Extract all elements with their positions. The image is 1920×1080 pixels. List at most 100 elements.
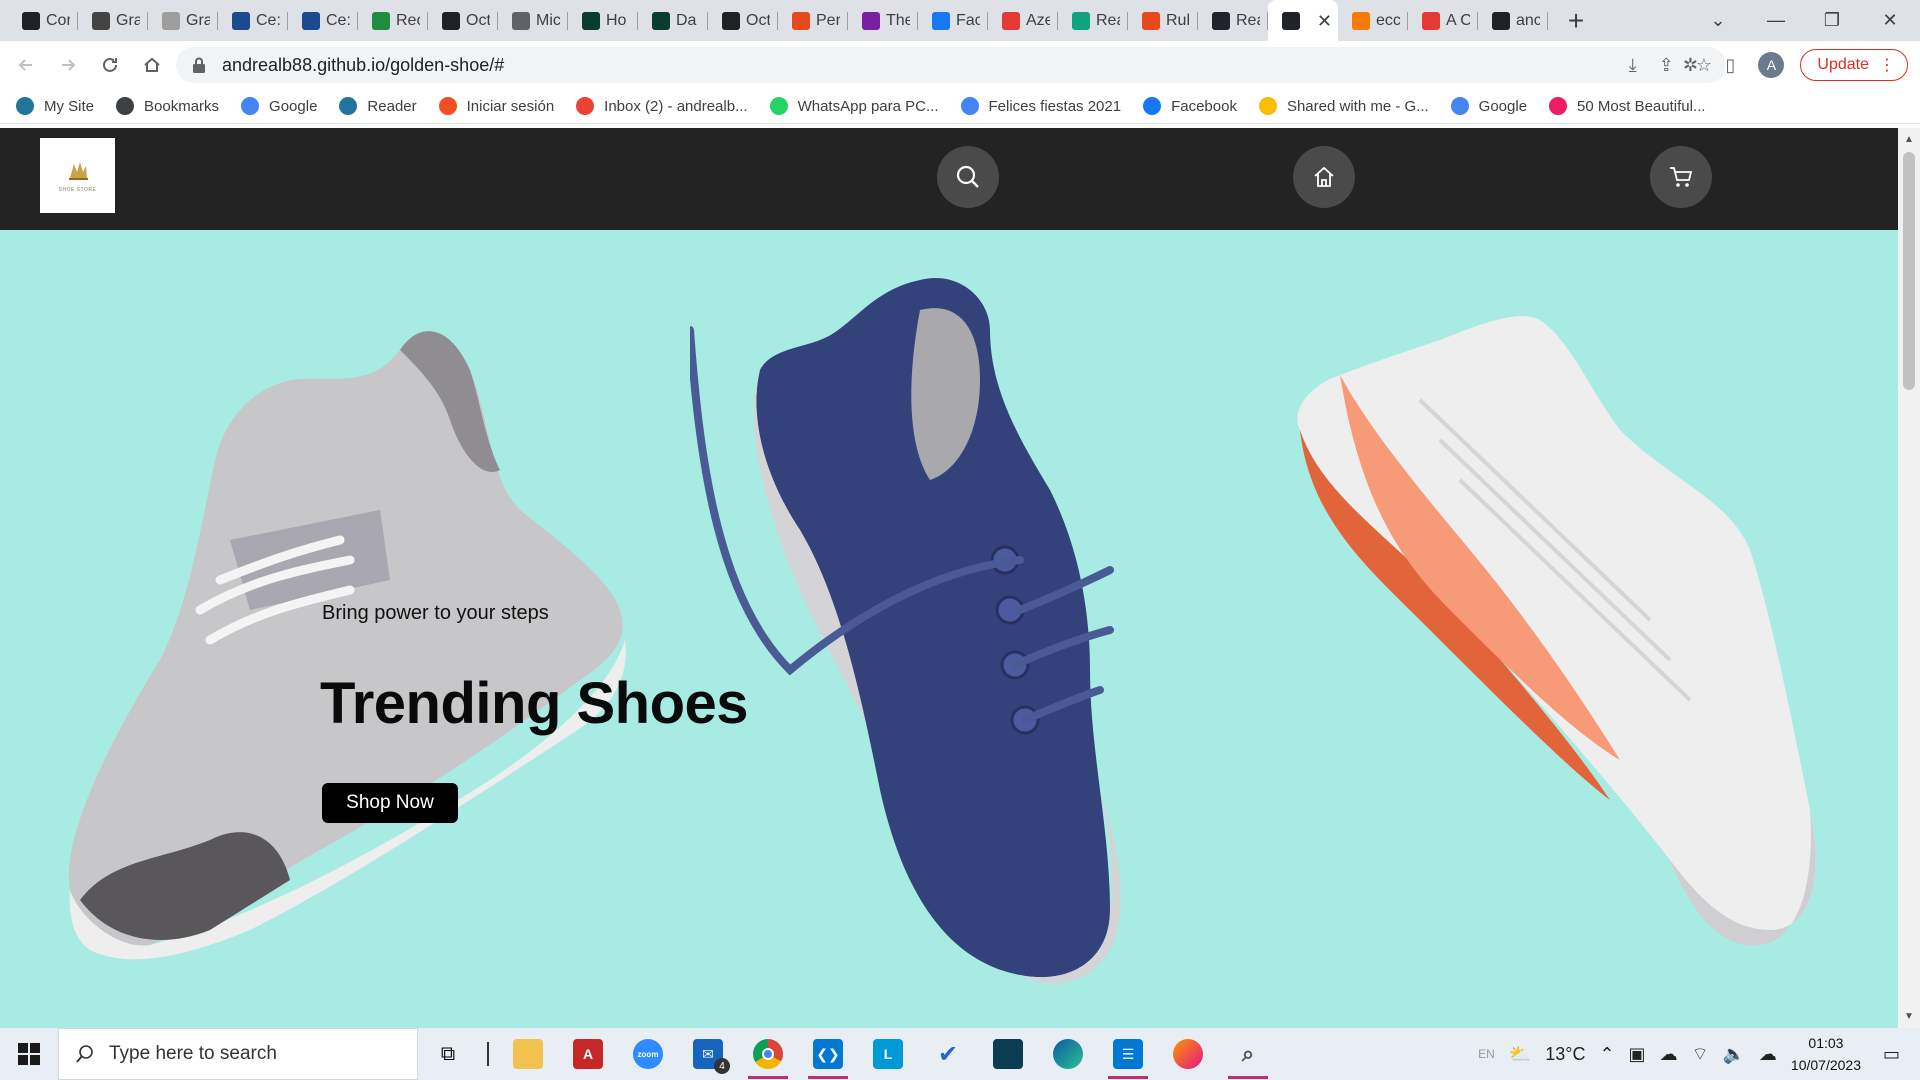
scroll-up-icon[interactable]: ▲ — [1904, 134, 1914, 145]
browser-tab[interactable]: Ho — [568, 0, 638, 41]
browser-tab[interactable]: Rec — [358, 0, 428, 41]
home-nav-button[interactable] — [1293, 146, 1355, 208]
l-app[interactable]: L — [858, 1028, 918, 1080]
browser-tab[interactable]: Da — [638, 0, 708, 41]
install-icon[interactable]: ⤓ — [1629, 55, 1637, 76]
notifications-icon[interactable]: ▭ — [1883, 1044, 1900, 1065]
tab-title: Rea — [1096, 11, 1120, 29]
bookmark-item[interactable]: Facebook — [1143, 97, 1237, 115]
volume-icon[interactable]: 🔈 — [1722, 1044, 1744, 1065]
reload-button[interactable] — [90, 45, 130, 85]
close-tab-icon[interactable]: ✕ — [1317, 11, 1332, 32]
cart-button[interactable] — [1650, 146, 1712, 208]
scroll-down-icon[interactable]: ▼ — [1904, 1011, 1914, 1022]
chrome-app[interactable] — [738, 1028, 798, 1080]
browser-tab[interactable]: Gra — [148, 0, 218, 41]
browser-tab[interactable]: Oct — [708, 0, 778, 41]
mail-app[interactable]: ✉ 4 — [678, 1028, 738, 1080]
onedrive-icon[interactable]: ☁ — [1660, 1044, 1678, 1065]
back-button[interactable] — [6, 45, 46, 85]
more-menu-icon[interactable]: ⋮ — [1879, 55, 1895, 75]
network-icon[interactable]: ⌔ — [1692, 1043, 1709, 1066]
home-button[interactable] — [132, 45, 172, 85]
bookmark-item[interactable]: Felices fiestas 2021 — [960, 97, 1122, 115]
auf-icon — [1002, 11, 1020, 30]
search-tool-app[interactable]: ⌕ — [1218, 1028, 1278, 1080]
dark-app[interactable] — [978, 1028, 1038, 1080]
acrobat-app[interactable]: A — [558, 1028, 618, 1080]
facebook-icon — [1143, 97, 1162, 115]
github-icon — [1492, 11, 1510, 30]
bookmark-item[interactable]: Iniciar sesión — [438, 97, 554, 115]
edge-app[interactable] — [1038, 1028, 1098, 1080]
scrollbar-thumb[interactable] — [1903, 152, 1915, 390]
zoom-app[interactable]: zoom — [618, 1028, 678, 1080]
chevron-up-icon[interactable]: ⌃ — [1599, 1044, 1614, 1065]
browser-tab[interactable]: Aze — [988, 0, 1058, 41]
bookmark-item[interactable]: Google — [241, 97, 317, 115]
browser-tab[interactable]: Cor — [8, 0, 78, 41]
browser-tab[interactable]: Rea — [1058, 0, 1128, 41]
meet-icon[interactable]: ▣ — [1629, 1044, 1646, 1065]
browser-tab[interactable]: Ce: — [218, 0, 288, 41]
lock-icon[interactable] — [192, 57, 206, 73]
language-indicator[interactable]: EN — [1478, 1047, 1495, 1061]
weather-icon[interactable]: ⛅ — [1509, 1044, 1531, 1065]
vscode-app[interactable]: ❮❯ — [798, 1028, 858, 1080]
shop-now-button[interactable]: Shop Now — [322, 783, 458, 823]
bookmark-item[interactable]: Shared with me - G... — [1258, 97, 1429, 115]
forward-button[interactable] — [48, 45, 88, 85]
address-bar[interactable]: andrealb88.github.io/golden-shoe/# ⤓ ⇪ ☆ — [176, 47, 1726, 83]
browser-tab[interactable]: Ce: — [288, 0, 358, 41]
browser-tab[interactable]: Oct — [428, 0, 498, 41]
browser-tab[interactable]: anc — [1478, 0, 1548, 41]
task-view-button[interactable]: ⧉ — [418, 1028, 478, 1080]
browser-tab[interactable]: Gra — [78, 0, 148, 41]
browser-tab[interactable]: Rea — [1198, 0, 1268, 41]
clock-time: 01:03 — [1808, 1035, 1844, 1051]
maximize-icon[interactable]: ❐ — [1804, 0, 1860, 41]
microsoft-icon — [438, 97, 457, 115]
bookmark-item[interactable]: Reader — [339, 97, 417, 115]
azure-studio-app[interactable]: ☰ — [1098, 1028, 1158, 1080]
browser-tab[interactable]: Mic — [498, 0, 568, 41]
profile-avatar[interactable]: A — [1758, 52, 1785, 78]
update-button[interactable]: Update ⋮ — [1800, 49, 1908, 81]
start-button[interactable] — [0, 1028, 58, 1080]
extensions-icon[interactable]: ✲ — [1678, 55, 1702, 76]
bookmark-item[interactable]: Google — [1450, 97, 1527, 115]
bookmark-item[interactable]: WhatsApp para PC... — [769, 97, 939, 115]
weather-temp[interactable]: 13°C — [1545, 1044, 1585, 1065]
site-logo[interactable]: SHOE STORE — [40, 138, 115, 213]
todo-app[interactable]: ✔ — [918, 1028, 978, 1080]
url-text[interactable]: andrealb88.github.io/golden-shoe/# — [222, 55, 504, 76]
search-button[interactable] — [937, 146, 999, 208]
bookmark-label: Google — [269, 97, 318, 115]
browser-tab[interactable]: Rul — [1128, 0, 1198, 41]
page-viewport: SHOE STORE Bring power to your steps Tre… — [0, 128, 1898, 1028]
close-window-icon[interactable]: ✕ — [1862, 0, 1918, 41]
file-explorer-app[interactable] — [498, 1028, 558, 1080]
bookmark-label: Inbox (2) - andrealb... — [604, 97, 748, 115]
taskbar-search[interactable]: Type here to search — [58, 1028, 418, 1080]
browser-tab[interactable]: The — [848, 0, 918, 41]
browser-tab[interactable]: Fac — [918, 0, 988, 41]
browser-tab[interactable]: Per — [778, 0, 848, 41]
bookmark-item[interactable]: Inbox (2) - andrealb... — [576, 97, 748, 115]
page-scrollbar[interactable]: ▲ ▼ — [1898, 128, 1920, 1028]
browser-tab[interactable]: A C — [1408, 0, 1478, 41]
bookmark-item[interactable]: 50 Most Beautiful... — [1549, 97, 1705, 115]
tab-search-icon[interactable]: ⌄ — [1690, 0, 1746, 41]
side-panel-icon[interactable]: ▯ — [1718, 55, 1742, 76]
bookmark-label: Felices fiestas 2021 — [988, 97, 1122, 115]
tab-active[interactable]: ✕ — [1268, 0, 1338, 41]
firefox-app[interactable] — [1158, 1028, 1218, 1080]
minimize-icon[interactable]: — — [1748, 0, 1804, 41]
new-tab-button[interactable]: + — [1558, 3, 1594, 39]
bookmark-item[interactable]: Bookmarks — [116, 97, 219, 115]
browser-tab[interactable]: ecc — [1338, 0, 1408, 41]
cloud-sync-icon[interactable]: ☁ — [1759, 1044, 1777, 1065]
bookmark-item[interactable]: My Site — [16, 97, 94, 115]
clock[interactable]: 01:03 10/07/2023 — [1791, 1032, 1861, 1076]
share-icon[interactable]: ⇪ — [1659, 55, 1674, 76]
